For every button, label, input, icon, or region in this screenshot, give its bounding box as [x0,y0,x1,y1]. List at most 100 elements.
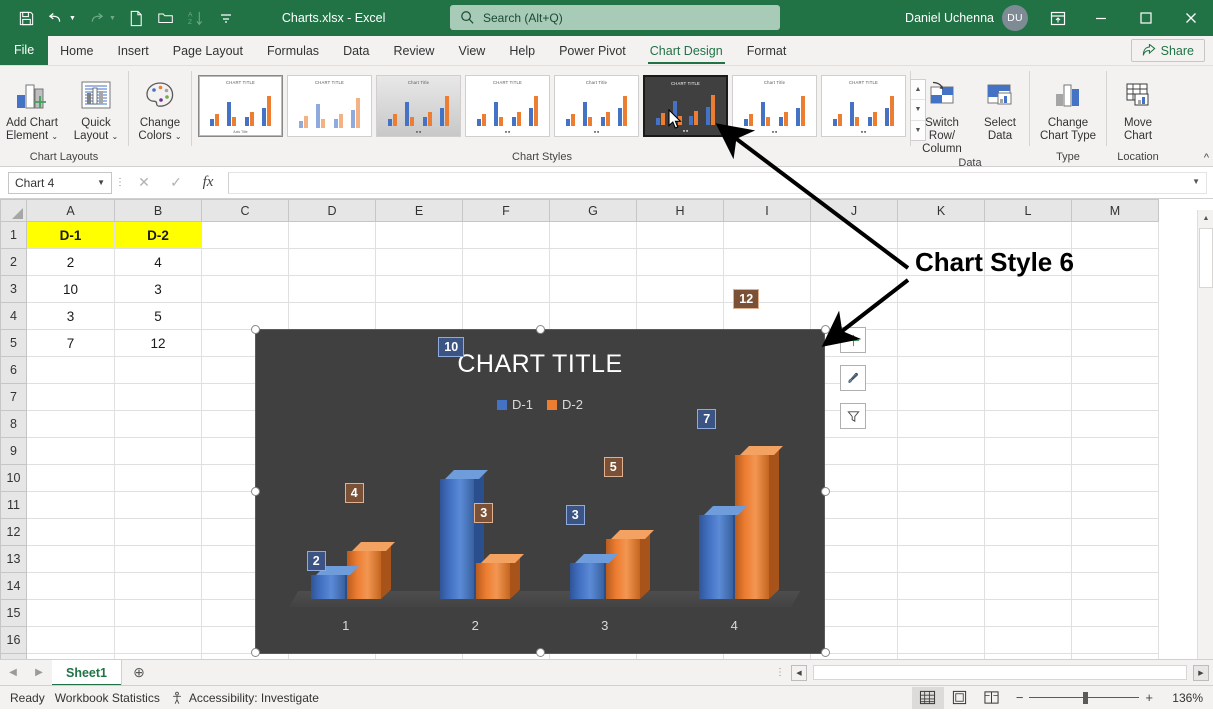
horizontal-scrollbar[interactable] [813,665,1187,680]
cell-b7[interactable] [115,384,202,411]
cell-e1[interactable] [376,222,463,249]
sheet-tab-sheet1[interactable]: Sheet1 [52,660,122,686]
cell-l8[interactable] [985,411,1072,438]
cell-d1[interactable] [289,222,376,249]
chart-style-8[interactable]: CHART TITLE ■ ■ [821,75,906,137]
cell-e2[interactable] [376,249,463,276]
select-data-button[interactable]: SelectData [973,71,1027,143]
chart-handle-bottom-center[interactable] [536,648,545,657]
chart-handle-top-right[interactable] [821,325,830,334]
legend-item-d1[interactable]: D-1 [497,397,533,412]
cell-a15[interactable] [27,600,115,627]
bar-d2-cat4[interactable]: 12 [735,455,769,599]
cell-k14[interactable] [898,573,985,600]
cell-c3[interactable] [202,276,289,303]
add-chart-element-button[interactable]: Add ChartElement ⌄ [0,71,64,143]
chart-plot-area[interactable]: 2 4 10 [281,422,799,607]
tab-page-layout[interactable]: Page Layout [161,37,255,65]
undo-icon[interactable] [42,5,70,31]
row-header-11[interactable]: 11 [1,492,27,519]
cell-a9[interactable] [27,438,115,465]
column-header-g[interactable]: G [550,200,637,222]
tab-data[interactable]: Data [331,37,381,65]
account-area[interactable]: Daniel Uchenna DU [905,0,1028,36]
cell-b5[interactable]: 12 [115,330,202,357]
cell-a2[interactable]: 2 [27,249,115,276]
cell-k5[interactable] [898,330,985,357]
cell-m11[interactable] [1072,492,1159,519]
cell-k4[interactable] [898,303,985,330]
change-chart-type-button[interactable]: ChangeChart Type [1030,71,1106,143]
chart-style-2[interactable]: CHART TITLE [287,75,372,137]
column-header-m[interactable]: M [1072,200,1159,222]
formula-bar-handle[interactable]: ⋮ [112,177,128,188]
cell-e4[interactable] [376,303,463,330]
save-icon[interactable] [12,5,40,31]
next-sheet-icon[interactable]: ▶ [26,667,52,678]
cell-m14[interactable] [1072,573,1159,600]
vertical-scroll-thumb[interactable] [1199,228,1213,288]
cell-k6[interactable] [898,357,985,384]
cell-a16[interactable] [27,627,115,654]
cell-l1[interactable] [985,222,1072,249]
chart-style-5[interactable]: Chart Title ■ ■ [554,75,639,137]
row-header-6[interactable]: 6 [1,357,27,384]
tab-formulas[interactable]: Formulas [255,37,331,65]
worksheet-grid[interactable]: A B C D E F G H I J K L M 1 D-1 D-2 2 [0,199,1213,659]
row-header-10[interactable]: 10 [1,465,27,492]
cell-d2[interactable] [289,249,376,276]
cell-k16[interactable] [898,627,985,654]
name-box-dropdown-icon[interactable]: ▼ [97,178,105,187]
cell-a14[interactable] [27,573,115,600]
cell-d4[interactable] [289,303,376,330]
row-header-13[interactable]: 13 [1,546,27,573]
column-header-k[interactable]: K [898,200,985,222]
cell-m7[interactable] [1072,384,1159,411]
cell-b13[interactable] [115,546,202,573]
cell-m6[interactable] [1072,357,1159,384]
search-box[interactable]: Search (Alt+Q) [450,5,780,30]
row-header-2[interactable]: 2 [1,249,27,276]
cell-m2[interactable] [1072,249,1159,276]
page-layout-view-button[interactable] [944,687,976,709]
cell-d3[interactable] [289,276,376,303]
cell-j2[interactable] [811,249,898,276]
row-header-16[interactable]: 16 [1,627,27,654]
accessibility-button[interactable]: Accessibility: Investigate [170,691,319,705]
switch-row-column-button[interactable]: Switch Row/Column [911,71,973,156]
open-folder-icon[interactable] [152,5,180,31]
cell-l4[interactable] [985,303,1072,330]
chart-title[interactable]: CHART TITLE [256,350,824,379]
chart-handle-middle-right[interactable] [821,487,830,496]
bar-d1-cat1[interactable]: 2 [311,575,345,599]
cell-a4[interactable]: 3 [27,303,115,330]
column-header-i[interactable]: I [724,200,811,222]
cell-b6[interactable] [115,357,202,384]
column-header-b[interactable]: B [115,200,202,222]
maximize-button[interactable] [1123,0,1168,36]
redo-dropdown-icon[interactable]: ▼ [109,15,116,22]
name-box[interactable]: Chart 4 ▼ [8,172,112,194]
tab-home[interactable]: Home [48,37,105,65]
cell-b3[interactable]: 3 [115,276,202,303]
new-file-icon[interactable] [122,5,150,31]
cell-l6[interactable] [985,357,1072,384]
column-header-j[interactable]: J [811,200,898,222]
workbook-statistics-button[interactable]: Workbook Statistics [55,691,160,705]
cell-k12[interactable] [898,519,985,546]
cell-e3[interactable] [376,276,463,303]
cell-k7[interactable] [898,384,985,411]
cell-j1[interactable] [811,222,898,249]
cell-l12[interactable] [985,519,1072,546]
horizontal-scroll-thumb[interactable] [814,666,1124,679]
cell-f2[interactable] [463,249,550,276]
cell-m10[interactable] [1072,465,1159,492]
vertical-scrollbar[interactable]: ▲ ▼ [1197,210,1213,670]
tab-help[interactable]: Help [497,37,547,65]
cell-a6[interactable] [27,357,115,384]
chart-style-7[interactable]: Chart Title ■ ■ [732,75,817,137]
column-header-c[interactable]: C [202,200,289,222]
cell-a3[interactable]: 10 [27,276,115,303]
cell-b11[interactable] [115,492,202,519]
cell-i1[interactable] [724,222,811,249]
